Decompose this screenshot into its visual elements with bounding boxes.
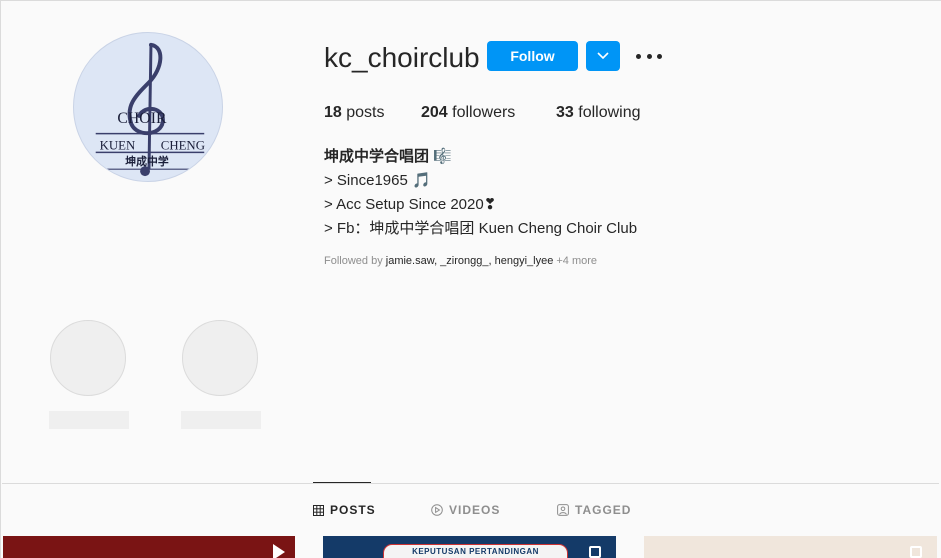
carousel-icon — [589, 546, 601, 558]
post-thumbnail[interactable] — [644, 536, 937, 558]
bio-line: > Acc Setup Since 2020❣ — [324, 196, 497, 213]
tab-label: POSTS — [330, 503, 376, 517]
post-thumbnail[interactable] — [3, 536, 295, 558]
post-banner-text: KEPUTUSAN PERTANDINGAN — [412, 547, 539, 556]
following-stat[interactable]: 33 following — [556, 103, 641, 123]
posts-count: 18 — [324, 104, 342, 121]
followed-by-more: +4 more — [553, 255, 598, 267]
carousel-icon — [910, 546, 922, 558]
following-label: following — [578, 104, 641, 121]
post-banner: KEPUTUSAN PERTANDINGAN — [383, 544, 568, 558]
left-border — [0, 0, 1, 558]
posts-stat: 18 posts — [324, 103, 385, 123]
bio-line: > Fb：坤成中学合唱团 Kuen Cheng Choir Club — [324, 220, 638, 237]
chevron-down-icon — [597, 52, 609, 60]
post-thumbnail[interactable]: KEPUTUSAN PERTANDINGAN — [323, 536, 616, 558]
play-icon — [431, 504, 443, 516]
svg-text:CHOIR: CHOIR — [117, 110, 167, 127]
top-border — [0, 0, 941, 1]
tab-label: VIDEOS — [449, 503, 501, 517]
choir-logo: CHOIR KUEN CHENG 坤成中学 — [95, 42, 205, 177]
more-dot — [657, 53, 662, 59]
suggested-dropdown-button[interactable] — [586, 41, 620, 71]
highlight-placeholder — [182, 320, 258, 396]
svg-text:坤成中学: 坤成中学 — [125, 154, 169, 168]
reel-icon — [273, 544, 285, 558]
tabs-divider — [2, 483, 939, 484]
followers-label: followers — [452, 104, 516, 121]
more-dot — [646, 53, 652, 59]
highlight-placeholder — [50, 320, 126, 396]
followers-count: 204 — [421, 104, 448, 121]
grid-icon — [313, 504, 324, 516]
more-dots-icon — [636, 53, 641, 59]
followed-by-prefix: Followed by — [324, 255, 386, 267]
tab-tagged[interactable]: TAGGED — [557, 503, 631, 517]
svg-text:CHENG: CHENG — [161, 138, 205, 152]
tab-videos[interactable]: VIDEOS — [431, 503, 500, 517]
following-count: 33 — [556, 104, 574, 121]
follow-button[interactable]: Follow — [487, 41, 578, 71]
followed-by-names: jamie.saw, _zirongg_, hengyi_lyee — [385, 255, 554, 267]
profile-avatar[interactable]: CHOIR KUEN CHENG 坤成中学 — [73, 32, 223, 182]
posts-label: posts — [346, 104, 385, 121]
bio-line: > Since1965 🎵 — [324, 172, 431, 189]
active-tab-indicator — [313, 482, 371, 483]
highlight-label-placeholder — [181, 411, 261, 429]
bio-full-name: 坤成中学合唱团 🎼 — [324, 148, 452, 165]
highlight-label-placeholder — [49, 411, 129, 429]
tab-label: TAGGED — [575, 503, 632, 517]
profile-username: kc_choirclub — [324, 42, 480, 73]
followers-stat[interactable]: 204 followers — [421, 103, 515, 123]
followed-by[interactable]: Followed by jamie.saw, _zirongg_, hengyi… — [324, 254, 597, 268]
svg-text:KUEN: KUEN — [100, 138, 136, 152]
more-options-button[interactable] — [636, 46, 662, 66]
tag-icon — [557, 504, 569, 516]
tab-posts[interactable]: POSTS — [313, 503, 376, 517]
